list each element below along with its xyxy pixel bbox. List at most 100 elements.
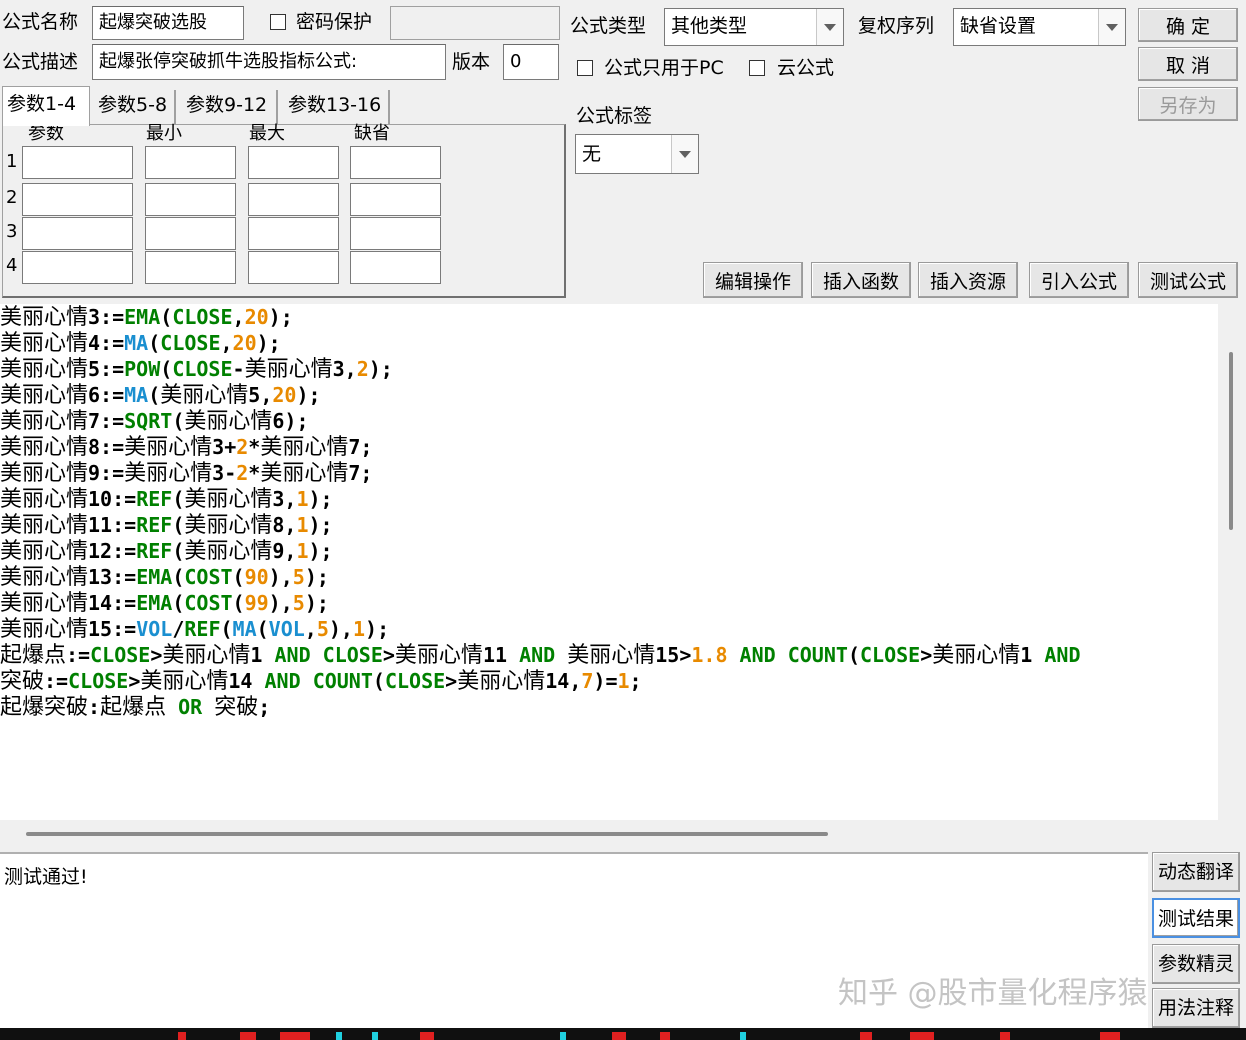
formula-tag-select[interactable]: 无 bbox=[575, 134, 699, 174]
test-result-button[interactable]: 测试结果 bbox=[1152, 898, 1240, 938]
code-token: 11 bbox=[482, 643, 520, 667]
code-token: CLOSE bbox=[859, 643, 921, 667]
save-as-button[interactable]: 另存为 bbox=[1138, 87, 1238, 121]
param-4-min[interactable] bbox=[145, 251, 236, 284]
code-line[interactable]: 美丽心情5:=POW(CLOSE-美丽心情3,2); bbox=[0, 356, 1218, 382]
param-1-min[interactable] bbox=[145, 146, 236, 179]
param-1-name[interactable] bbox=[22, 146, 133, 179]
code-token: 美丽心情 bbox=[184, 513, 273, 538]
param-1-max[interactable] bbox=[248, 146, 339, 179]
code-token: , bbox=[232, 305, 245, 329]
ok-button[interactable]: 确 定 bbox=[1138, 8, 1238, 42]
cloud-checkbox[interactable] bbox=[749, 60, 765, 76]
code-line[interactable]: 美丽心情14:=EMA(COST(99),5); bbox=[0, 590, 1218, 616]
tab-params-5-8[interactable]: 参数5-8 bbox=[94, 90, 176, 124]
insert-resource-button[interactable]: 插入资源 bbox=[918, 262, 1018, 298]
code-token: CLOSE bbox=[90, 643, 151, 667]
tab-params-1-4[interactable]: 参数1-4 bbox=[2, 86, 90, 126]
param-3-default[interactable] bbox=[350, 217, 441, 250]
code-token: 美丽心情 bbox=[184, 409, 273, 434]
code-token: 美丽心情 bbox=[124, 435, 213, 460]
formula-type-label: 公式类型 bbox=[570, 15, 647, 37]
pc-only-checkbox[interactable] bbox=[577, 60, 593, 76]
formula-type-select[interactable]: 其他类型 bbox=[664, 8, 844, 46]
code-horizontal-scroll-thumb[interactable] bbox=[26, 832, 828, 836]
code-line[interactable]: 美丽心情15:=VOL/REF(MA(VOL,5),1); bbox=[0, 616, 1218, 642]
formula-name-input[interactable]: 起爆突破选股 bbox=[92, 6, 244, 40]
code-token: ); bbox=[308, 487, 333, 511]
formula-code-editor[interactable]: 美丽心情3:=EMA(CLOSE,20); 美丽心情4:=MA(CLOSE,20)… bbox=[0, 304, 1218, 820]
code-token: 3, bbox=[332, 357, 357, 381]
version-input[interactable]: 0 bbox=[503, 44, 559, 80]
param-3-max[interactable] bbox=[248, 217, 339, 250]
code-line[interactable]: 美丽心情9:=美丽心情3-2*美丽心情7; bbox=[0, 460, 1218, 486]
insert-function-button[interactable]: 插入函数 bbox=[811, 262, 911, 298]
code-token: MA bbox=[232, 617, 257, 641]
test-formula-button[interactable]: 测试公式 bbox=[1138, 262, 1238, 298]
code-line[interactable]: 起爆点:=CLOSE>美丽心情1 AND CLOSE>美丽心情11 AND 美丽… bbox=[0, 642, 1218, 668]
code-token: 突破 bbox=[214, 695, 259, 720]
code-token: ( bbox=[148, 383, 161, 407]
code-token: ), bbox=[328, 617, 353, 641]
test-message: 测试通过! bbox=[4, 866, 88, 888]
param-2-min[interactable] bbox=[145, 183, 236, 216]
formula-desc-input[interactable]: 起爆张停突破抓牛选股指标公式: bbox=[92, 44, 446, 80]
code-token: 起爆突破 bbox=[0, 695, 89, 720]
param-3-name[interactable] bbox=[22, 217, 133, 250]
watermark: 知乎 @股市量化程序猿 bbox=[838, 976, 1148, 1011]
param-4-default[interactable] bbox=[350, 251, 441, 284]
code-line[interactable]: 美丽心情8:=美丽心情3+2*美丽心情7; bbox=[0, 434, 1218, 460]
code-token: 2 bbox=[236, 461, 249, 485]
param-4-max[interactable] bbox=[248, 251, 339, 284]
chevron-down-icon[interactable] bbox=[1098, 9, 1125, 45]
code-token: 20 bbox=[272, 383, 297, 407]
usage-notes-button[interactable]: 用法注释 bbox=[1152, 988, 1240, 1028]
code-token: COST bbox=[184, 565, 233, 589]
chevron-down-icon[interactable] bbox=[816, 9, 843, 45]
param-wizard-button[interactable]: 参数精灵 bbox=[1152, 944, 1240, 984]
code-token: 3+ bbox=[212, 435, 237, 459]
code-token: 7; bbox=[348, 435, 373, 459]
code-token: 4:= bbox=[88, 331, 125, 355]
cancel-button[interactable]: 取 消 bbox=[1138, 47, 1238, 81]
import-formula-button[interactable]: 引入公式 bbox=[1029, 262, 1129, 298]
code-vertical-scroll-thumb[interactable] bbox=[1229, 352, 1233, 530]
code-token: 5, bbox=[248, 383, 273, 407]
password-checkbox[interactable] bbox=[270, 14, 286, 30]
code-token: REF bbox=[184, 617, 221, 641]
code-token: 1.8 bbox=[691, 643, 728, 667]
code-token: 14 bbox=[228, 669, 265, 693]
param-1-default[interactable] bbox=[350, 146, 441, 179]
code-token: ( bbox=[372, 669, 385, 693]
code-line[interactable]: 美丽心情3:=EMA(CLOSE,20); bbox=[0, 304, 1218, 330]
chevron-down-icon[interactable] bbox=[671, 135, 698, 173]
param-2-default[interactable] bbox=[350, 183, 441, 216]
tab-params-9-12[interactable]: 参数9-12 bbox=[182, 90, 278, 124]
code-token: 15> bbox=[655, 643, 692, 667]
code-line[interactable]: 美丽心情6:=MA(美丽心情5,20); bbox=[0, 382, 1218, 408]
param-2-name[interactable] bbox=[22, 183, 133, 216]
code-line[interactable]: 美丽心情11:=REF(美丽心情8,1); bbox=[0, 512, 1218, 538]
code-line[interactable]: 美丽心情10:=REF(美丽心情3,1); bbox=[0, 486, 1218, 512]
code-line[interactable]: 美丽心情12:=REF(美丽心情9,1); bbox=[0, 538, 1218, 564]
code-token: COUNT bbox=[312, 669, 373, 693]
code-token: 99 bbox=[244, 591, 269, 615]
dynamic-translate-button[interactable]: 动态翻译 bbox=[1152, 852, 1240, 892]
code-line[interactable]: 起爆突破:起爆点 OR 突破; bbox=[0, 694, 1218, 720]
param-2-max[interactable] bbox=[248, 183, 339, 216]
code-token: 12:= bbox=[88, 539, 137, 563]
code-token: ); bbox=[368, 357, 393, 381]
code-line[interactable]: 美丽心情7:=SQRT(美丽心情6); bbox=[0, 408, 1218, 434]
code-token: ( bbox=[172, 591, 185, 615]
edit-operations-button[interactable]: 编辑操作 bbox=[703, 262, 803, 298]
code-token: 美丽心情 bbox=[0, 435, 89, 460]
code-line[interactable]: 美丽心情4:=MA(CLOSE,20); bbox=[0, 330, 1218, 356]
param-4-name[interactable] bbox=[22, 251, 133, 284]
tab-params-13-16[interactable]: 参数13-16 bbox=[284, 90, 390, 124]
code-line[interactable]: 突破:=CLOSE>美丽心情14 AND COUNT(CLOSE>美丽心情14,… bbox=[0, 668, 1218, 694]
code-line[interactable]: 美丽心情13:=EMA(COST(90),5); bbox=[0, 564, 1218, 590]
fuquan-select[interactable]: 缺省设置 bbox=[953, 8, 1126, 46]
param-3-min[interactable] bbox=[145, 217, 236, 250]
